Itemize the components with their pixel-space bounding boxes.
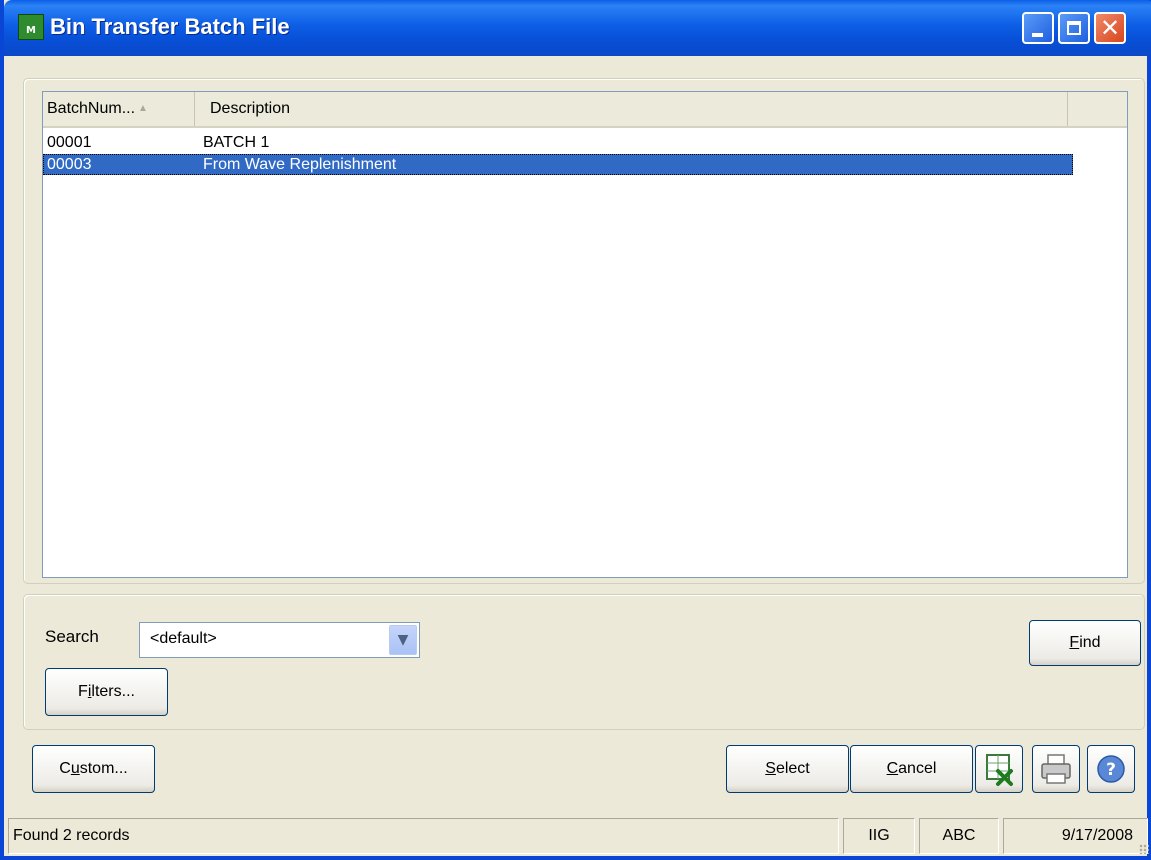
help-icon: ? [1097,755,1125,783]
dialog-window: M Bin Transfer Batch File ✕ BatchNum... ▲… [0,0,1151,860]
printer-icon [1041,754,1071,784]
status-user: ABC [919,818,999,854]
find-button[interactable]: Find [1029,620,1141,666]
maximize-button[interactable] [1058,12,1090,44]
row-batch-number: 00003 [47,156,92,173]
row-batch-number: 00001 [47,134,92,151]
grid-header: BatchNum... ▲ Description [43,92,1127,128]
table-row[interactable]: 00001 BATCH 1 [43,132,1073,153]
resize-grip-icon[interactable] [1139,844,1149,854]
column-header-description[interactable]: Description [196,92,1068,126]
status-message: Found 2 records [8,818,839,854]
print-button[interactable] [1032,745,1080,793]
column-header-batchnum[interactable]: BatchNum... ▲ [43,92,195,126]
search-panel [23,594,1145,730]
maximize-icon [1067,21,1081,35]
export-excel-button[interactable] [975,745,1023,793]
batch-list-grid[interactable]: BatchNum... ▲ Description 00001 BATCH 1 0… [42,91,1128,578]
minimize-button[interactable] [1022,12,1054,44]
status-company: IIG [843,818,915,854]
excel-export-icon [986,754,1013,786]
table-row-selected[interactable]: 00003 From Wave Replenishment [43,154,1073,175]
column-header-filler [1069,92,1127,126]
window-title: Bin Transfer Batch File [50,14,290,39]
search-select[interactable]: <default> ▼ [139,622,420,658]
select-button[interactable]: Select [726,745,849,793]
status-bar: Found 2 records IIG ABC 9/17/2008 [8,818,1151,856]
status-date: 9/17/2008 [1003,818,1148,854]
close-button[interactable]: ✕ [1094,12,1126,44]
filters-button[interactable]: Filters... [45,668,168,716]
chevron-down-icon: ▼ [397,632,409,648]
sort-ascending-icon: ▲ [138,103,148,114]
cancel-button[interactable]: Cancel [850,745,973,793]
title-bar[interactable]: M Bin Transfer Batch File ✕ [4,0,1151,56]
search-label: Search [45,627,99,646]
minimize-icon [1032,33,1043,37]
help-button[interactable]: ? [1087,745,1135,793]
app-logo-icon: M [18,14,44,40]
row-description: BATCH 1 [203,134,270,151]
row-description: From Wave Replenishment [203,156,397,173]
svg-text:?: ? [1106,760,1116,780]
close-icon: ✕ [1099,14,1121,42]
search-dropdown-button[interactable]: ▼ [389,625,417,655]
custom-button[interactable]: Custom... [32,745,155,793]
search-select-value: <default> [150,630,217,647]
